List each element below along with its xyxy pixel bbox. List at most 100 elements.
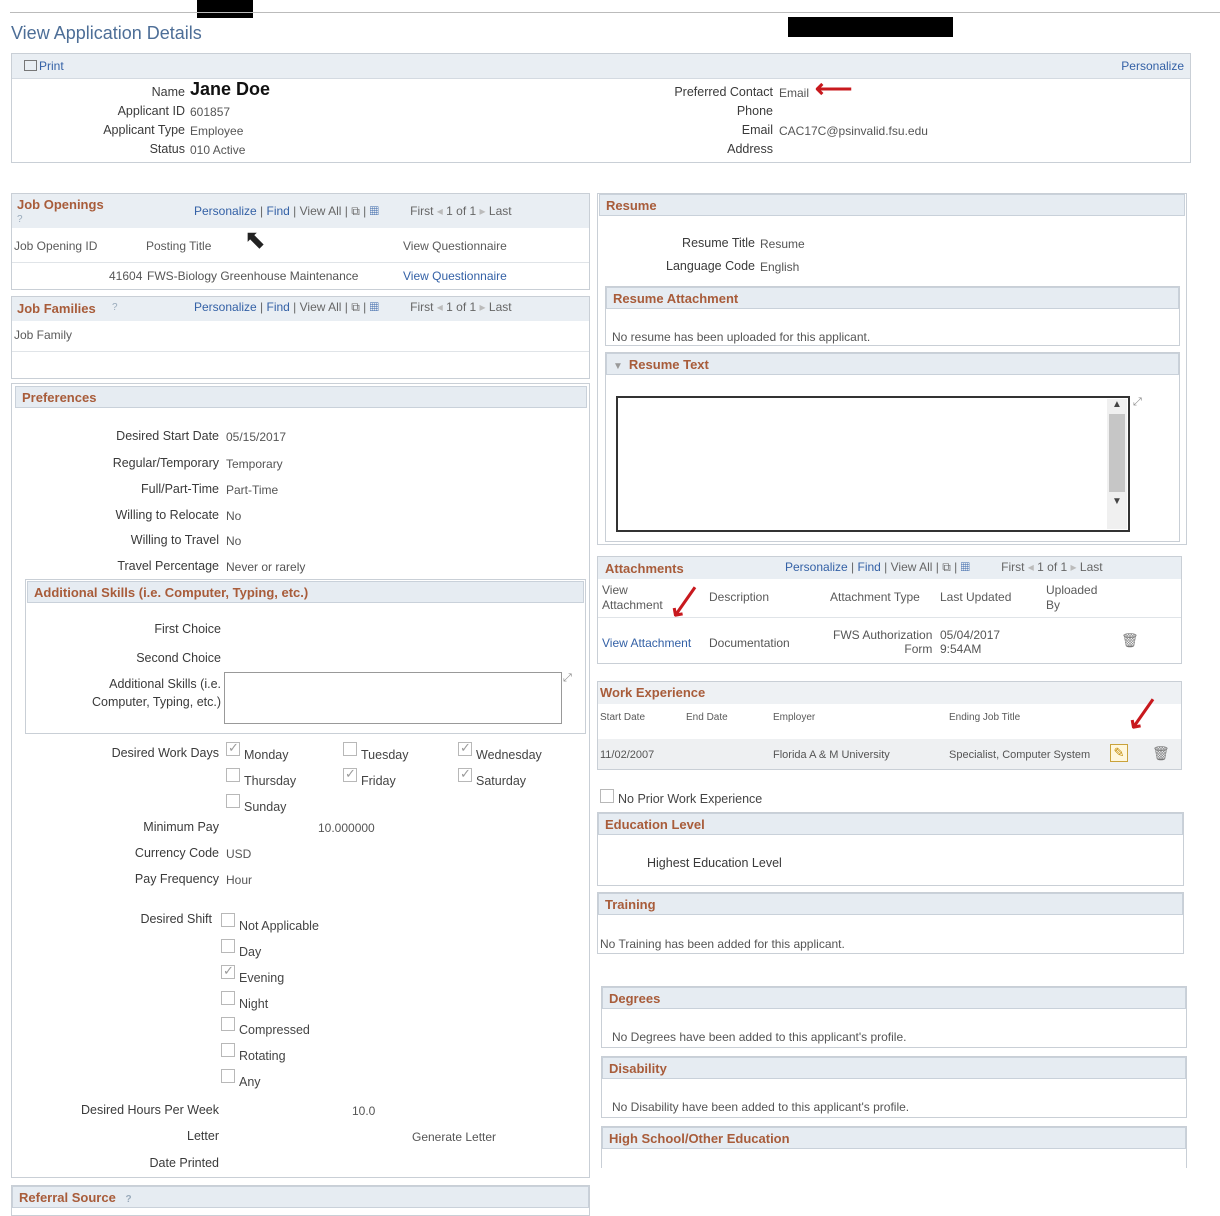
applicant-summary-panel: Print Personalize xyxy=(11,53,1191,163)
collapse-icon[interactable]: ▼ xyxy=(613,361,623,372)
col-posting-title: Posting Title xyxy=(146,239,212,253)
monday-checkbox[interactable] xyxy=(226,740,240,756)
col-view-questionnaire: View Questionnaire xyxy=(403,239,507,253)
zoom-icon[interactable]: ⧉ xyxy=(942,560,951,574)
pay-frequency-value: Hour xyxy=(226,873,253,887)
disability-header: Disability xyxy=(602,1057,1186,1079)
job-families-title: Job Families xyxy=(17,301,96,316)
last-link[interactable]: Last xyxy=(489,300,512,314)
personalize-link[interactable]: Personalize xyxy=(1121,59,1184,73)
shift-compressed-checkbox[interactable] xyxy=(221,1017,235,1031)
prev-icon[interactable]: ◂ xyxy=(437,204,443,218)
personalize-link[interactable]: Personalize xyxy=(194,300,257,314)
find-link[interactable]: Find xyxy=(267,204,290,218)
personalize-link[interactable]: Personalize xyxy=(194,204,257,218)
col-job-family: Job Family xyxy=(14,328,73,342)
applicant-type-label: Applicant Type xyxy=(103,123,185,137)
first-choice-label: First Choice xyxy=(154,622,221,636)
view-all-link[interactable]: View All xyxy=(891,560,933,574)
attachment-date: 05/04/2017 xyxy=(940,628,1001,642)
page-title: View Application Details xyxy=(11,23,202,43)
tuesday-checkbox[interactable] xyxy=(343,742,357,756)
desired-start-date-value: 05/15/2017 xyxy=(226,430,287,444)
view-attachment-link[interactable]: View Attachment xyxy=(602,636,691,650)
col-end-date: End Date xyxy=(686,712,728,723)
row-count: 1 of 1 xyxy=(446,204,477,218)
applicant-type-value: Employee xyxy=(190,124,244,138)
zoom-icon[interactable]: ⧉ xyxy=(351,300,360,314)
scroll-down-icon[interactable]: ▼ xyxy=(1107,496,1127,507)
view-questionnaire-link[interactable]: View Questionnaire xyxy=(403,269,507,283)
zoom-icon[interactable]: ⧉ xyxy=(351,204,360,218)
applicant-id-label: Applicant ID xyxy=(117,104,185,118)
shift-day-label: Day xyxy=(239,945,262,959)
download-icon[interactable]: ▦ xyxy=(370,204,379,218)
download-icon[interactable]: ▦ xyxy=(961,560,970,574)
additional-skills-textarea[interactable] xyxy=(224,672,562,724)
pay-frequency-label: Pay Frequency xyxy=(134,872,219,886)
address-label: Address xyxy=(727,142,773,156)
language-code-label: Language Code xyxy=(666,259,755,273)
preferred-contact-label: Preferred Contact xyxy=(674,85,773,99)
saturday-checkbox[interactable] xyxy=(458,766,472,782)
expand-textarea-icon[interactable]: ⤢ xyxy=(563,672,572,685)
preferred-contact-value: Email xyxy=(779,86,810,100)
no-prior-work-checkbox[interactable] xyxy=(600,789,614,803)
thursday-checkbox[interactable] xyxy=(226,768,240,782)
attachment-description-cell: Documentation xyxy=(709,636,790,650)
prev-icon[interactable]: ◂ xyxy=(1028,560,1034,574)
referral-source-title: Referral Source xyxy=(19,1190,116,1205)
first-link[interactable]: First xyxy=(1001,560,1024,574)
shift-not-applicable-label: Not Applicable xyxy=(239,919,319,933)
wednesday-checkbox[interactable] xyxy=(458,740,472,756)
shift-evening-label: Evening xyxy=(239,971,285,985)
next-icon[interactable]: ▸ xyxy=(480,204,486,218)
resume-text-area[interactable] xyxy=(616,396,1130,532)
mouse-cursor-icon: ⬉ xyxy=(244,224,266,254)
view-all-link[interactable]: View All xyxy=(300,204,342,218)
edit-pencil-icon[interactable]: ✎ xyxy=(1110,744,1128,762)
delete-attachment-icon[interactable]: 🗑 xyxy=(1121,632,1139,649)
willing-relocate-value: No xyxy=(226,509,242,523)
first-link[interactable]: First xyxy=(410,300,433,314)
next-icon[interactable]: ▸ xyxy=(480,300,486,314)
highest-education-label: Highest Education Level xyxy=(647,856,782,870)
expand-textarea-icon[interactable]: ⤢ xyxy=(1133,396,1142,409)
print-icon xyxy=(24,60,37,71)
last-link[interactable]: Last xyxy=(489,204,512,218)
shift-not-applicable-checkbox[interactable] xyxy=(221,913,235,927)
shift-rotating-checkbox[interactable] xyxy=(221,1043,235,1057)
prev-icon[interactable]: ◂ xyxy=(437,300,443,314)
friday-checkbox[interactable] xyxy=(343,766,357,782)
scroll-thumb[interactable] xyxy=(1109,414,1125,492)
col-description: Description xyxy=(709,590,770,604)
attachment-updated-cell: 05/04/2017 9:54AM xyxy=(940,628,1000,656)
print-button[interactable]: Print xyxy=(24,59,64,73)
shift-night-checkbox[interactable] xyxy=(221,991,235,1005)
next-icon[interactable]: ▸ xyxy=(1071,560,1077,574)
shift-evening-checkbox[interactable] xyxy=(221,963,235,979)
sunday-checkbox[interactable] xyxy=(226,794,240,808)
first-link[interactable]: First xyxy=(410,204,433,218)
personalize-link[interactable]: Personalize xyxy=(785,560,848,574)
name-label: Name xyxy=(151,85,185,99)
regular-temporary-value: Temporary xyxy=(226,457,283,471)
delete-work-icon[interactable]: 🗑 xyxy=(1152,745,1170,762)
resume-title-value: Resume xyxy=(760,237,805,251)
col-attachment-type: Attachment Type xyxy=(830,590,920,604)
shift-any-checkbox[interactable] xyxy=(221,1069,235,1083)
shift-any-label: Any xyxy=(239,1075,261,1089)
shift-day-checkbox[interactable] xyxy=(221,939,235,953)
travel-percentage-value: Never or rarely xyxy=(226,560,306,574)
download-icon[interactable]: ▦ xyxy=(370,300,379,314)
find-link[interactable]: Find xyxy=(858,560,881,574)
scroll-up-icon[interactable]: ▲ xyxy=(1107,399,1127,410)
view-all-link[interactable]: View All xyxy=(300,300,342,314)
degrees-message: No Degrees have been added to this appli… xyxy=(612,1030,907,1044)
status-value: 010 Active xyxy=(190,143,246,157)
find-link[interactable]: Find xyxy=(267,300,290,314)
row-count: 1 of 1 xyxy=(1037,560,1068,574)
annotation-arrow-contact: ⟵ xyxy=(815,73,853,103)
resume-text-scrollbar[interactable]: ▲ ▼ xyxy=(1107,399,1127,529)
last-link[interactable]: Last xyxy=(1080,560,1103,574)
